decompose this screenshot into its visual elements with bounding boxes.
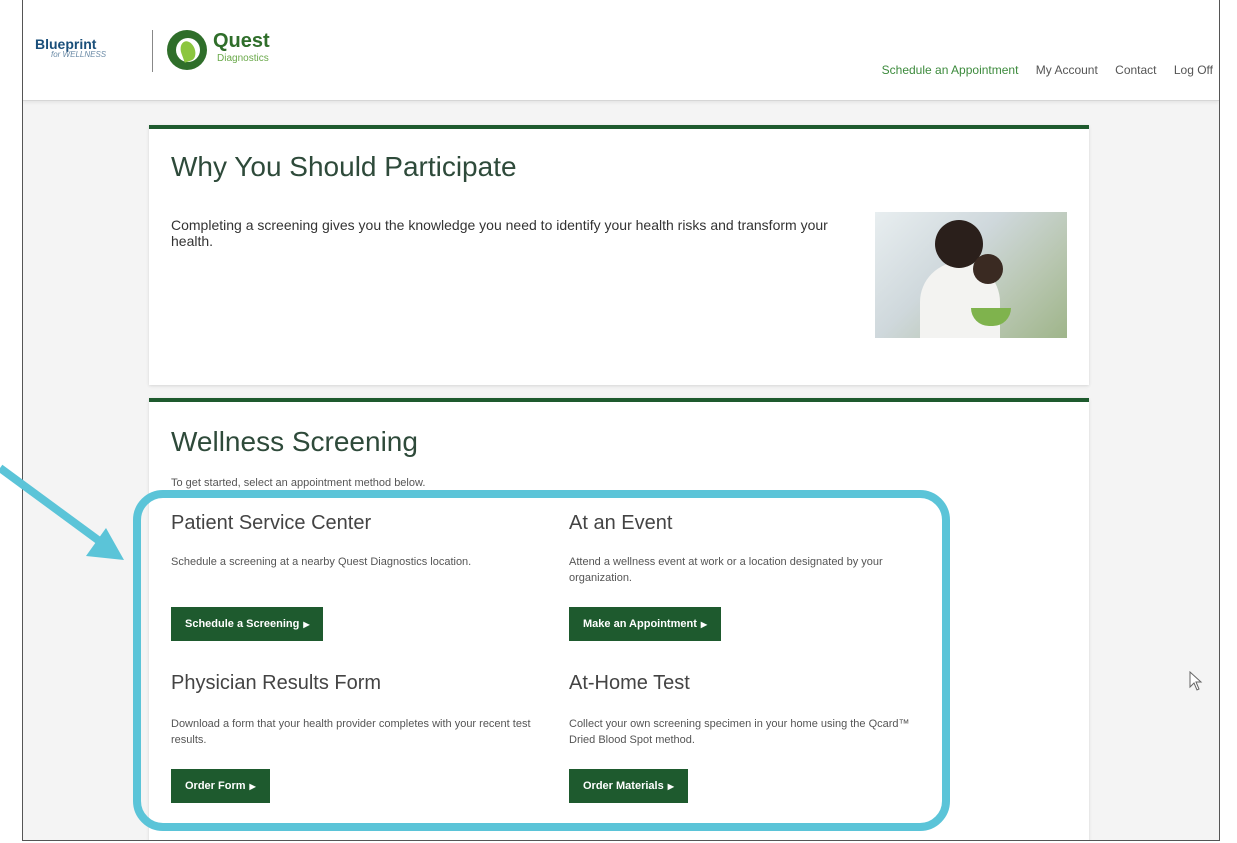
- option-desc-patient-service-center: Schedule a screening at a nearby Quest D…: [171, 556, 472, 568]
- why-title: Why You Should Participate: [171, 151, 517, 182]
- nav-schedule-appointment[interactable]: Schedule an Appointment: [882, 63, 1019, 77]
- wellness-screening-card: Wellness Screening To get started, selec…: [149, 398, 1089, 840]
- quest-title: Quest: [213, 30, 270, 52]
- mouse-cursor-icon: [1189, 671, 1203, 691]
- option-title-patient-service-center: Patient Service Center: [171, 512, 372, 534]
- browser-viewport: Blueprint for WELLNESS Quest Diagnostics…: [22, 0, 1220, 841]
- option-desc-at-an-event: Attend a wellness event at work or a loc…: [569, 556, 883, 584]
- option-desc-physician-results-form: Download a form that your health provide…: [171, 718, 531, 746]
- nav-log-off[interactable]: Log Off: [1174, 63, 1213, 77]
- order-form-button[interactable]: Order Form ▶: [171, 769, 270, 803]
- option-title-at-home-test: At-Home Test: [569, 672, 690, 694]
- button-arrow-icon: ▶: [303, 619, 310, 629]
- quest-logo-icon: [167, 30, 207, 70]
- nav-contact[interactable]: Contact: [1115, 63, 1156, 77]
- option-title-at-an-event: At an Event: [569, 512, 673, 534]
- blueprint-logo[interactable]: Blueprint for WELLNESS: [35, 36, 106, 59]
- wellness-title: Wellness Screening: [171, 426, 418, 457]
- option-desc-at-home-test: Collect your own screening specimen in y…: [569, 718, 910, 746]
- why-text: Completing a screening gives you the kno…: [171, 217, 828, 249]
- order-materials-button[interactable]: Order Materials ▶: [569, 769, 688, 803]
- logo-divider: [152, 30, 153, 72]
- nav-my-account[interactable]: My Account: [1036, 63, 1098, 77]
- why-participate-card: Why You Should Participate Completing a …: [149, 125, 1089, 385]
- make-appointment-button[interactable]: Make an Appointment ▶: [569, 607, 722, 641]
- top-nav: Schedule an Appointment My Account Conta…: [868, 63, 1213, 77]
- button-arrow-icon: ▶: [249, 781, 256, 791]
- site-header: Blueprint for WELLNESS Quest Diagnostics…: [23, 0, 1219, 101]
- schedule-screening-button[interactable]: Schedule a Screening ▶: [171, 607, 324, 641]
- wellness-intro: To get started, select an appointment me…: [171, 477, 426, 489]
- family-photo: [875, 212, 1067, 338]
- quest-subtitle: Diagnostics: [217, 53, 269, 64]
- option-title-physician-results-form: Physician Results Form: [171, 672, 382, 694]
- blueprint-subtitle: for WELLNESS: [51, 50, 107, 59]
- button-arrow-icon: ▶: [667, 781, 674, 791]
- button-arrow-icon: ▶: [700, 619, 708, 629]
